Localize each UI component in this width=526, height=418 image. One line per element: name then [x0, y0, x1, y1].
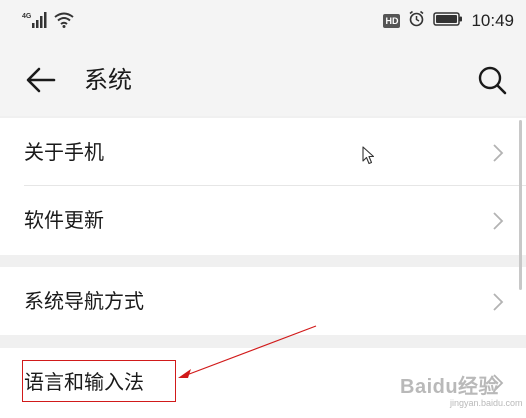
watermark-subtext: jingyan.baidu.com	[450, 398, 523, 408]
back-button[interactable]	[24, 64, 60, 96]
settings-group-2: 系统导航方式	[0, 267, 526, 335]
mouse-cursor-icon	[362, 146, 375, 165]
wifi-icon	[54, 12, 74, 32]
status-right: HD 10:49	[383, 10, 514, 31]
status-bar: 4G HD 10:49	[0, 0, 526, 44]
battery-icon	[433, 11, 463, 31]
menu-item-about-phone[interactable]: 关于手机	[0, 118, 526, 186]
menu-item-label: 软件更新	[24, 208, 104, 232]
network-type-label: 4G	[22, 13, 32, 20]
scrollbar[interactable]	[519, 120, 522, 290]
hd-badge: HD	[383, 13, 401, 28]
watermark-text: Baidu经验	[400, 376, 500, 398]
chevron-right-icon	[493, 212, 504, 230]
arrow-left-icon	[26, 67, 56, 93]
settings-group-1: 关于手机 软件更新	[0, 118, 526, 255]
menu-item-software-update[interactable]: 软件更新	[0, 186, 526, 254]
search-button[interactable]	[474, 62, 510, 98]
header: 系统	[0, 44, 526, 116]
alarm-icon	[408, 10, 425, 31]
status-left: 4G	[22, 11, 74, 33]
menu-item-label: 系统导航方式	[24, 289, 144, 313]
chevron-right-icon	[493, 144, 504, 162]
status-time: 10:49	[471, 10, 514, 30]
signal-icon: 4G	[22, 11, 48, 33]
search-icon	[478, 66, 507, 95]
menu-item-label: 关于手机	[24, 140, 104, 164]
annotation-highlight-box	[22, 360, 176, 402]
chevron-right-icon	[493, 293, 504, 311]
page-title: 系统	[84, 66, 132, 94]
menu-item-navigation[interactable]: 系统导航方式	[0, 267, 526, 335]
